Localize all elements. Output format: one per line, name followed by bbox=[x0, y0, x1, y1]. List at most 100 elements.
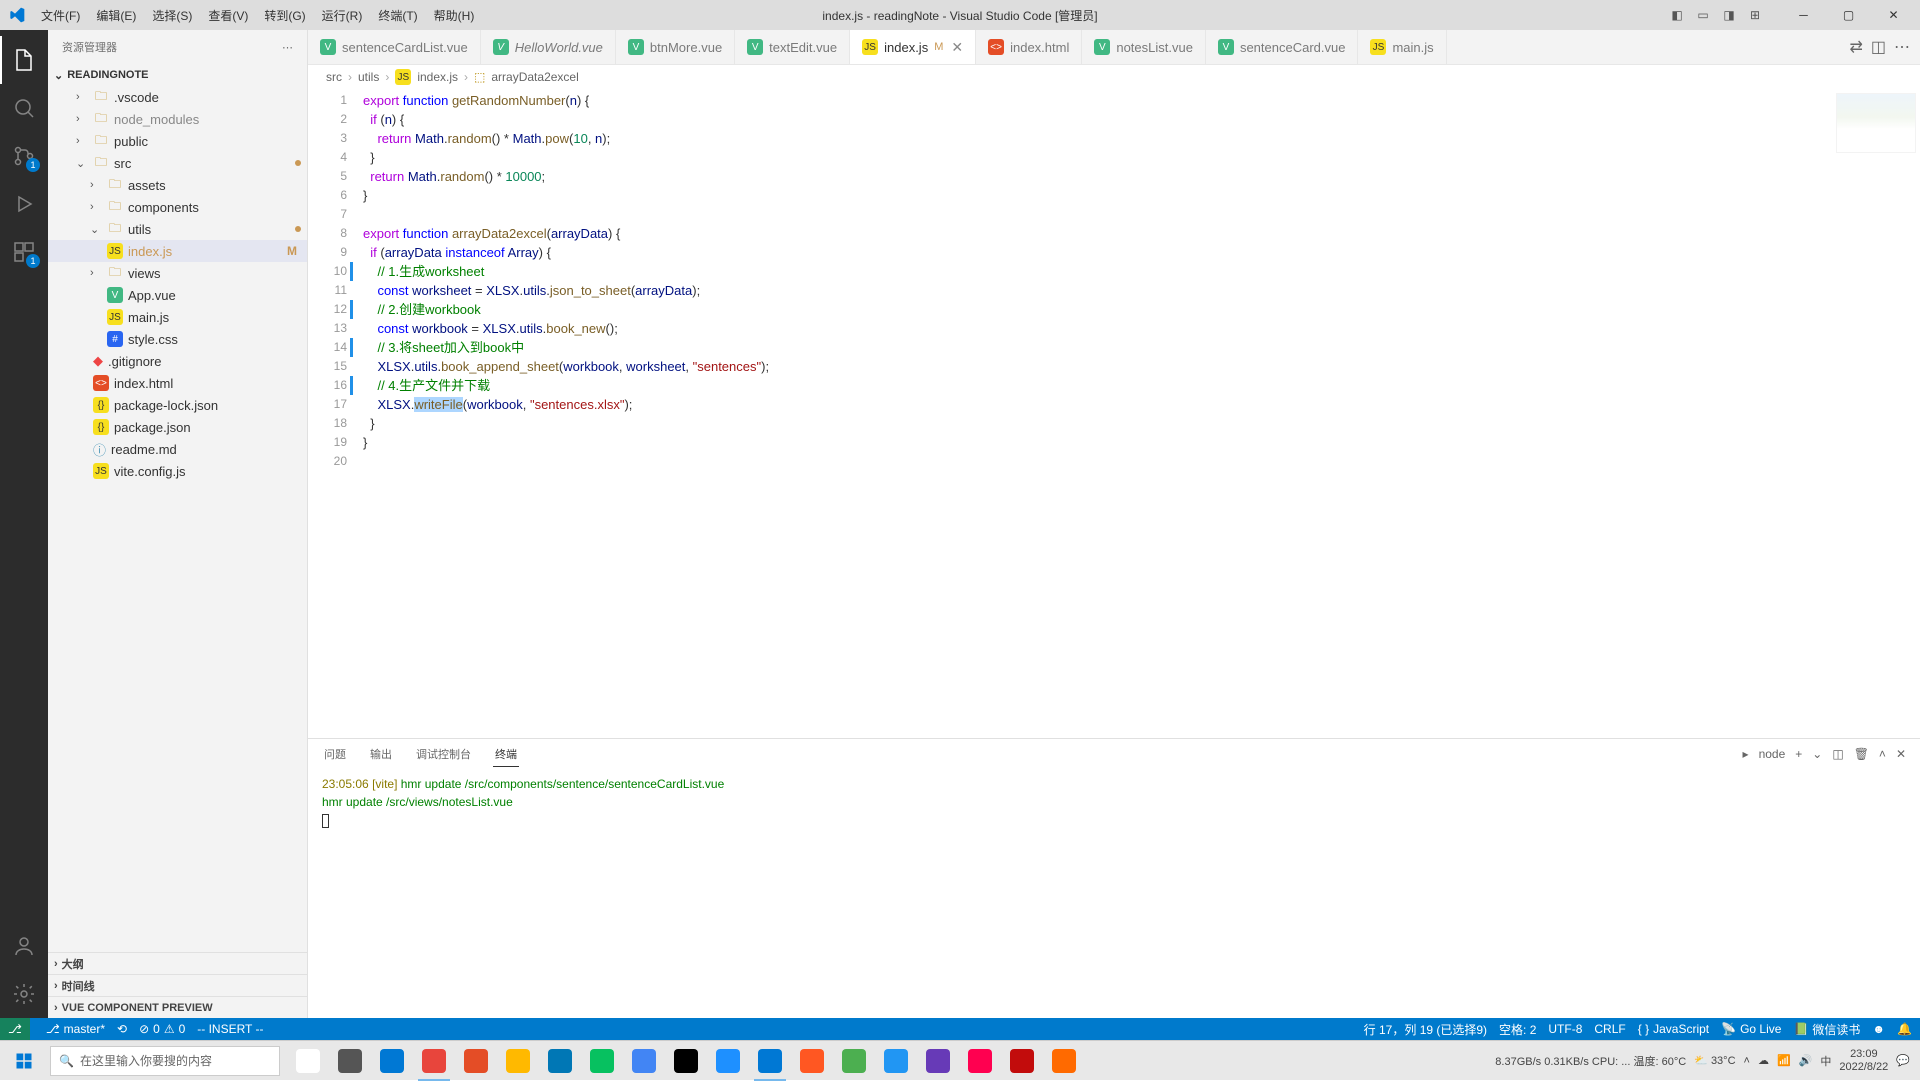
close-tab-icon[interactable]: ✕ bbox=[951, 39, 963, 56]
split-terminal-icon[interactable]: ◫ bbox=[1832, 747, 1843, 761]
terminal-shell-icon[interactable]: ▸ bbox=[1743, 747, 1749, 761]
file-item[interactable]: VApp.vue bbox=[48, 284, 307, 306]
breadcrumb[interactable]: src› utils› JS index.js› ⬚ arrayData2exc… bbox=[308, 65, 1920, 89]
start-button[interactable] bbox=[0, 1041, 48, 1081]
sidebar-more-icon[interactable]: ⋯ bbox=[282, 41, 293, 54]
editor-tab[interactable]: JSmain.js bbox=[1358, 30, 1446, 64]
chevron-up-icon[interactable]: ˄ bbox=[1879, 747, 1886, 761]
section-outline[interactable]: ›大纲 bbox=[48, 952, 307, 974]
explorer-icon[interactable] bbox=[0, 36, 48, 84]
system-tray[interactable]: 8.37GB/s 0.31KB/s CPU: ... 温度: 60°C ⛅ 33… bbox=[1485, 1048, 1920, 1074]
wifi-icon[interactable]: 📶 bbox=[1777, 1054, 1791, 1067]
weather[interactable]: ⛅ 33°C bbox=[1694, 1054, 1735, 1067]
minimap[interactable] bbox=[1836, 93, 1916, 153]
cursor-position[interactable]: 行 17，列 19 (已选择9) bbox=[1364, 1021, 1487, 1038]
editor-tab[interactable]: VHelloWorld.vue bbox=[481, 30, 616, 64]
editor-tab[interactable]: VnotesList.vue bbox=[1082, 30, 1206, 64]
taskbar-app-files[interactable] bbox=[498, 1041, 538, 1081]
menu-selection[interactable]: 选择(S) bbox=[145, 3, 199, 28]
taskbar-app-cortana[interactable] bbox=[288, 1041, 328, 1081]
maximize-button[interactable]: ▢ bbox=[1826, 0, 1871, 30]
taskbar-app-xshell[interactable] bbox=[708, 1041, 748, 1081]
minimize-button[interactable]: ─ bbox=[1781, 0, 1826, 30]
close-panel-icon[interactable]: ✕ bbox=[1896, 747, 1906, 761]
compare-icon[interactable]: ⇄ bbox=[1849, 37, 1862, 57]
file-item[interactable]: <>index.html bbox=[48, 372, 307, 394]
taskbar-app-ximalaya[interactable] bbox=[1044, 1041, 1084, 1081]
terminal-shell-label[interactable]: node bbox=[1759, 747, 1786, 761]
file-item[interactable]: JSindex.jsM bbox=[48, 240, 307, 262]
taskbar-app-edge[interactable] bbox=[372, 1041, 412, 1081]
panel-tab-debug-console[interactable]: 调试控制台 bbox=[414, 742, 473, 766]
folder-item[interactable]: ⌄🗀src bbox=[48, 152, 307, 174]
file-item[interactable]: {}package-lock.json bbox=[48, 394, 307, 416]
taskbar-app-player1[interactable] bbox=[792, 1041, 832, 1081]
extensions-icon[interactable]: 1 bbox=[0, 228, 48, 276]
taskbar-app-store[interactable] bbox=[540, 1041, 580, 1081]
layout-toggle-icon[interactable]: ◧ bbox=[1667, 5, 1687, 25]
file-item[interactable]: #style.css bbox=[48, 328, 307, 350]
menu-view[interactable]: 查看(V) bbox=[201, 3, 255, 28]
sync-icon[interactable]: ⟲ bbox=[117, 1022, 127, 1036]
sidebar-right-toggle-icon[interactable]: ◨ bbox=[1719, 5, 1739, 25]
account-icon[interactable] bbox=[0, 922, 48, 970]
taskbar-app-vscode[interactable] bbox=[750, 1041, 790, 1081]
code-editor[interactable]: 1234567891011121314151617181920 export f… bbox=[308, 89, 1920, 738]
editor-tab[interactable]: VsentenceCardList.vue bbox=[308, 30, 481, 64]
panel-tab-terminal[interactable]: 终端 bbox=[493, 742, 519, 767]
trash-icon[interactable]: 🗑 bbox=[1854, 747, 1869, 761]
panel-tab-output[interactable]: 输出 bbox=[368, 742, 394, 766]
editor-tab[interactable]: JSindex.js M✕ bbox=[850, 30, 976, 64]
editor-tab[interactable]: VbtnMore.vue bbox=[616, 30, 735, 64]
file-item[interactable]: JSvite.config.js bbox=[48, 460, 307, 482]
split-editor-icon[interactable]: ◫ bbox=[1871, 37, 1886, 57]
taskbar-app-firefox[interactable] bbox=[456, 1041, 496, 1081]
panel-tab-problems[interactable]: 问题 bbox=[322, 742, 348, 766]
taskbar-app-music[interactable] bbox=[1002, 1041, 1042, 1081]
indentation[interactable]: 空格: 2 bbox=[1499, 1021, 1536, 1038]
run-debug-icon[interactable] bbox=[0, 180, 48, 228]
menu-edit[interactable]: 编辑(E) bbox=[89, 3, 143, 28]
remote-indicator[interactable]: ⎇ bbox=[0, 1018, 30, 1040]
section-vue-preview[interactable]: ›VUE COMPONENT PREVIEW bbox=[48, 996, 307, 1018]
volume-icon[interactable]: 🔊 bbox=[1799, 1054, 1813, 1067]
editor-tab[interactable]: VsentenceCard.vue bbox=[1206, 30, 1359, 64]
folder-item[interactable]: ⌄🗀utils bbox=[48, 218, 307, 240]
folder-item[interactable]: ›🗀public bbox=[48, 130, 307, 152]
encoding[interactable]: UTF-8 bbox=[1548, 1022, 1582, 1036]
breadcrumb-item[interactable]: index.js bbox=[417, 70, 458, 84]
menu-run[interactable]: 运行(R) bbox=[315, 3, 370, 28]
wechat-read[interactable]: 📗 微信读书 bbox=[1793, 1021, 1860, 1038]
file-item[interactable]: JSmain.js bbox=[48, 306, 307, 328]
panel-toggle-icon[interactable]: ▭ bbox=[1693, 5, 1713, 25]
breadcrumb-item[interactable]: src bbox=[326, 70, 342, 84]
taskbar-app-wechat[interactable] bbox=[582, 1041, 622, 1081]
feedback-icon[interactable]: ☻ bbox=[1872, 1022, 1885, 1036]
settings-gear-icon[interactable] bbox=[0, 970, 48, 1018]
menu-file[interactable]: 文件(F) bbox=[34, 3, 87, 28]
taskbar-app-netease[interactable] bbox=[960, 1041, 1000, 1081]
onedrive-icon[interactable]: ☁ bbox=[1758, 1054, 1769, 1067]
taskbar-app-notion[interactable] bbox=[666, 1041, 706, 1081]
editor-tab[interactable]: <>index.html bbox=[976, 30, 1082, 64]
project-header[interactable]: ⌄ READINGNOTE bbox=[48, 64, 307, 86]
terminal-dropdown-icon[interactable]: ⌄ bbox=[1812, 747, 1822, 761]
folder-item[interactable]: ›🗀.vscode bbox=[48, 86, 307, 108]
customize-layout-icon[interactable]: ⊞ bbox=[1745, 5, 1765, 25]
language-mode[interactable]: { } JavaScript bbox=[1638, 1022, 1709, 1036]
new-terminal-icon[interactable]: + bbox=[1795, 747, 1802, 761]
taskbar-app-edge2[interactable] bbox=[624, 1041, 664, 1081]
terminal-body[interactable]: 23:05:06 [vite] hmr update /src/componen… bbox=[308, 769, 1920, 1018]
tray-chevron-up-icon[interactable]: ˄ bbox=[1744, 1055, 1750, 1067]
folder-item[interactable]: ›🗀components bbox=[48, 196, 307, 218]
folder-item[interactable]: ›🗀assets bbox=[48, 174, 307, 196]
menu-terminal[interactable]: 终端(T) bbox=[371, 3, 424, 28]
more-actions-icon[interactable]: ⋯ bbox=[1894, 37, 1910, 57]
folder-item[interactable]: ›🗀node_modules bbox=[48, 108, 307, 130]
section-timeline[interactable]: ›时间线 bbox=[48, 974, 307, 996]
close-window-button[interactable]: ✕ bbox=[1871, 0, 1916, 30]
file-item[interactable]: {}package.json bbox=[48, 416, 307, 438]
taskbar-app-task-view[interactable] bbox=[330, 1041, 370, 1081]
file-item[interactable]: ◆.gitignore bbox=[48, 350, 307, 372]
menu-go[interactable]: 转到(G) bbox=[257, 3, 312, 28]
